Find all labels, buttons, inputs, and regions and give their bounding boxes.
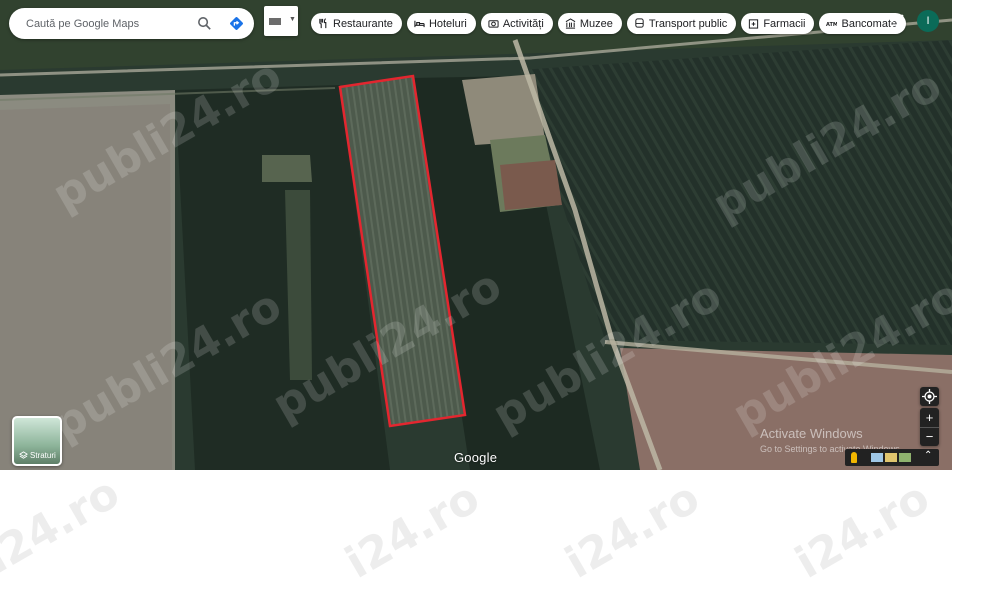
- camera-icon: [488, 20, 499, 28]
- zoom-in-button[interactable]: +: [920, 408, 939, 427]
- apps-grid-icon[interactable]: [890, 14, 904, 28]
- atm-icon: ATM: [826, 22, 837, 28]
- chevron-down-icon: ▼: [289, 16, 296, 23]
- search-box[interactable]: [9, 8, 254, 39]
- pegman-icon[interactable]: [851, 452, 857, 463]
- directions-icon[interactable]: [228, 15, 245, 32]
- chip-pharmacies[interactable]: Farmacii: [741, 13, 815, 34]
- location-target-icon: [922, 389, 937, 404]
- fork-knife-icon: [319, 18, 327, 29]
- zoom-out-button[interactable]: −: [920, 426, 939, 447]
- chip-restaurants[interactable]: Restaurante: [311, 13, 402, 34]
- account-avatar[interactable]: I: [917, 10, 939, 32]
- watermark: i24.ro: [786, 472, 939, 589]
- pharmacy-icon: [749, 19, 759, 29]
- zoom-control: + −: [920, 408, 939, 446]
- chip-museums[interactable]: Muzee: [557, 13, 622, 34]
- map-bottom-controls: ⌃: [845, 449, 939, 466]
- chip-transit[interactable]: Transport public: [626, 13, 737, 34]
- imagery-thumb-1[interactable]: [871, 453, 883, 462]
- watermark: i24.ro: [0, 467, 129, 584]
- search-icon[interactable]: [196, 15, 213, 32]
- svg-text:ATM: ATM: [826, 22, 837, 28]
- layers-label: Straturi: [30, 451, 56, 460]
- chip-hotels[interactable]: Hoteluri: [406, 13, 476, 34]
- search-input[interactable]: [24, 16, 188, 31]
- bed-icon: [414, 20, 425, 28]
- category-chips: Restaurante Hoteluri Activități Muzee Tr…: [311, 13, 907, 34]
- activate-title: Activate Windows: [760, 426, 863, 441]
- satellite-imagery: [0, 0, 952, 470]
- chip-activities[interactable]: Activități: [480, 13, 553, 34]
- my-location-button[interactable]: [920, 387, 939, 406]
- satellite-map[interactable]: publi24.ro publi24.ro publi24.ro publi24…: [0, 0, 952, 470]
- keyboard-icon: [269, 18, 281, 25]
- expand-up-icon[interactable]: ⌃: [924, 450, 932, 461]
- bus-icon: [635, 18, 644, 28]
- imagery-thumb-2[interactable]: [885, 453, 897, 462]
- layer-toggle[interactable]: ▼: [264, 6, 298, 36]
- imagery-thumb-3[interactable]: [899, 453, 911, 462]
- layers-button[interactable]: Straturi: [12, 416, 62, 466]
- watermark: i24.ro: [556, 472, 709, 589]
- layers-icon: [19, 451, 28, 459]
- watermark: i24.ro: [336, 472, 489, 589]
- google-logo: Google: [454, 450, 498, 465]
- museum-icon: [565, 18, 576, 29]
